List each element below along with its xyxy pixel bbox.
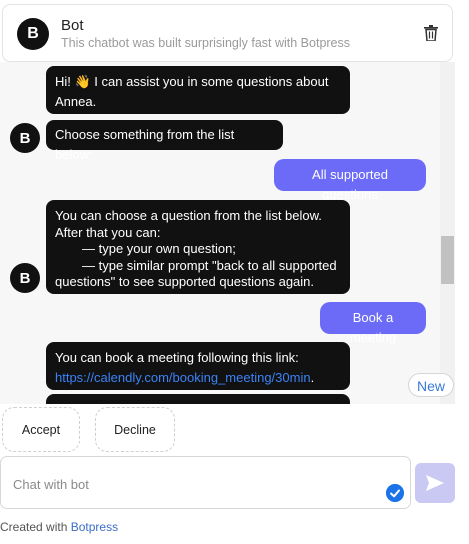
trash-icon[interactable] [424,25,438,41]
accept-button[interactable]: Accept [2,407,80,452]
bot-message: You can book a meeting following this li… [46,342,350,390]
link-suffix: . [310,370,315,385]
bot-message: You can choose a question from the list … [46,200,350,294]
send-icon [426,475,444,491]
chat-input[interactable] [11,472,375,496]
message-text: Choose something from the list below: [55,127,235,162]
new-messages-button[interactable]: New [408,373,454,397]
message-composer [0,456,411,509]
message-text: All supported questions [312,167,388,202]
bot-avatar: B [10,123,40,153]
message-text: Hi! 👋 I can assist you in some questions… [55,74,329,109]
footer: Created with Botpress [0,520,118,534]
calendly-link[interactable]: https://calendly.com/booking_meeting/30m… [55,370,311,385]
bot-message: Hi! 👋 I can assist you in some questions… [46,66,350,114]
chat-header: B Bot This chatbot was built surprisingl… [2,4,453,62]
bot-name: Bot [61,17,84,34]
user-message: All supported questions [274,159,426,202]
message-line: — type similar prompt "back to all suppo… [82,257,337,273]
message-text: Book a meeting [349,310,397,345]
bot-message: Choose something from the list below: [46,120,283,162]
send-button[interactable] [415,463,455,503]
message-line: questions" to see supported questions ag… [55,274,315,289]
bot-message-partial [46,394,350,404]
bot-avatar: B [17,18,49,50]
message-line: You can choose a question from the list … [55,208,322,223]
botpress-link[interactable]: Botpress [71,520,118,534]
message-line: After that you can: [55,224,161,240]
message-line: — type your own question; [82,241,236,256]
check-icon [386,484,404,502]
decline-button[interactable]: Decline [95,407,175,452]
message-text: You can book a meeting following this li… [55,350,299,365]
scroll-thumb[interactable] [441,236,454,284]
message-list[interactable]: Hi! 👋 I can assist you in some questions… [0,62,455,404]
footer-prefix: Created with [0,520,68,534]
chat-widget: B Bot This chatbot was built surprisingl… [0,0,469,544]
bot-avatar: B [10,263,40,293]
user-message: Book a meeting [320,302,426,345]
scrollbar[interactable] [440,62,455,404]
bot-description: This chatbot was built surprisingly fast… [61,36,351,50]
message-link-line: https://calendly.com/booking_meeting/30m… [55,368,341,388]
